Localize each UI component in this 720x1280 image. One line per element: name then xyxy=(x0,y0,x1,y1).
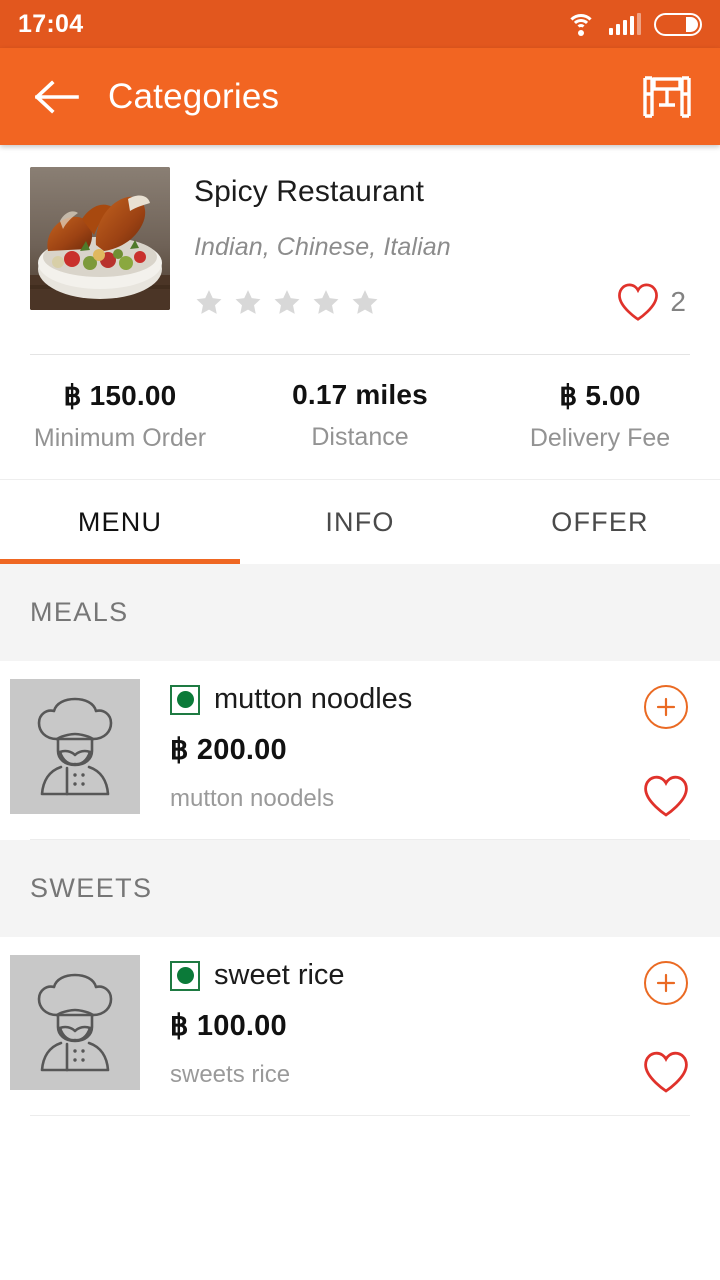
star-icon xyxy=(235,289,261,314)
chef-placeholder-icon xyxy=(37,973,113,1071)
restaurant-name: Spicy Restaurant xyxy=(194,175,425,208)
menu-item-name: mutton noodles xyxy=(214,683,413,715)
section-title: SWEETS xyxy=(30,873,153,903)
menu-item-price: ฿ 100.00 xyxy=(170,1010,287,1042)
wifi-icon xyxy=(565,12,596,36)
tab-menu[interactable]: MENU xyxy=(0,480,240,564)
menu-item-thumbnail xyxy=(10,679,140,814)
heart-outline-icon xyxy=(618,283,659,321)
rating-stars[interactable] xyxy=(194,288,380,317)
star-icon xyxy=(274,289,300,314)
menu-item-divider xyxy=(30,1115,690,1116)
star-icon xyxy=(196,289,222,314)
stat-value: 0.17 miles xyxy=(292,379,428,410)
status-time: 17:04 xyxy=(18,9,84,38)
menu-item-price: ฿ 200.00 xyxy=(170,734,287,766)
menu-section-header: MEALS xyxy=(0,564,720,661)
section-title: MEALS xyxy=(30,597,129,627)
tab-info[interactable]: INFO xyxy=(240,480,480,564)
heart-outline-icon xyxy=(644,1051,688,1093)
back-arrow-icon xyxy=(35,79,79,114)
menu-item-actions xyxy=(612,679,720,823)
battery-icon xyxy=(654,12,702,36)
menu-item-body: mutton noodles ฿ 200.00 mutton noodels xyxy=(140,679,612,823)
stat-distance: 0.17 miles Distance xyxy=(240,379,480,453)
star-icon xyxy=(352,289,378,314)
menu-item-description: mutton noodels xyxy=(170,785,335,812)
favorite-item-button[interactable] xyxy=(642,1050,690,1099)
page-title: Categories xyxy=(108,76,280,116)
stat-label: Delivery Fee xyxy=(529,424,671,452)
menu-item-name-row: sweet rice xyxy=(170,959,612,992)
app-bar: Categories xyxy=(0,48,720,145)
add-to-cart-button[interactable] xyxy=(644,961,688,1005)
stat-delivery-fee: ฿ 5.00 Delivery Fee xyxy=(480,379,720,453)
menu-item-actions xyxy=(612,955,720,1099)
stat-label: Minimum Order xyxy=(33,424,207,452)
menu-item-thumbnail xyxy=(10,955,140,1090)
menu-item-name-row: mutton noodles xyxy=(170,683,612,716)
menu-item-name: sweet rice xyxy=(214,959,345,991)
restaurant-info: Spicy Restaurant Indian, Chinese, Italia… xyxy=(170,167,690,322)
chef-placeholder-icon xyxy=(37,697,113,795)
menu-item-body: sweet rice ฿ 100.00 sweets rice xyxy=(140,955,612,1099)
add-to-cart-button[interactable] xyxy=(644,685,688,729)
plus-circle-icon xyxy=(656,973,676,993)
status-bar: 17:04 xyxy=(0,0,720,48)
tab-offer[interactable]: OFFER xyxy=(480,480,720,564)
rating-row: 2 xyxy=(194,282,690,322)
restaurant-thumbnail xyxy=(30,167,170,310)
veg-indicator-icon xyxy=(170,960,200,991)
stat-value: ฿ 5.00 xyxy=(559,380,641,411)
menu-item[interactable]: sweet rice ฿ 100.00 sweets rice xyxy=(0,937,720,1099)
restaurant-cuisines: Indian, Chinese, Italian xyxy=(194,233,451,261)
status-icons xyxy=(565,12,702,36)
star-icon xyxy=(313,289,339,314)
menu-section-header: SWEETS xyxy=(0,840,720,937)
menu-item[interactable]: mutton noodles ฿ 200.00 mutton noodels xyxy=(0,661,720,823)
favorite-item-button[interactable] xyxy=(642,774,690,823)
stat-value: ฿ 150.00 xyxy=(63,380,177,411)
veg-indicator-icon xyxy=(170,684,200,715)
restaurant-stats: ฿ 150.00 Minimum Order 0.17 miles Distan… xyxy=(0,355,720,479)
favorite-count: 2 xyxy=(670,286,686,317)
signal-icon xyxy=(608,13,641,35)
menu-item-description: sweets rice xyxy=(170,1061,291,1088)
tab-bar: MENU INFO OFFER xyxy=(0,479,720,564)
stat-minimum-order: ฿ 150.00 Minimum Order xyxy=(0,379,240,453)
back-button[interactable] xyxy=(30,70,84,124)
app-screen: 17:04 Categories Spicy Restaurant Indian… xyxy=(0,0,720,1280)
dining-table-button[interactable] xyxy=(638,68,696,126)
restaurant-favorite-button[interactable]: 2 xyxy=(616,282,686,322)
stat-label: Distance xyxy=(311,423,409,451)
roasted-chicken-bowl-image xyxy=(30,167,170,310)
plus-circle-icon xyxy=(656,697,676,717)
restaurant-header: Spicy Restaurant Indian, Chinese, Italia… xyxy=(0,145,720,322)
dining-table-icon xyxy=(643,75,691,118)
heart-outline-icon xyxy=(644,775,688,817)
